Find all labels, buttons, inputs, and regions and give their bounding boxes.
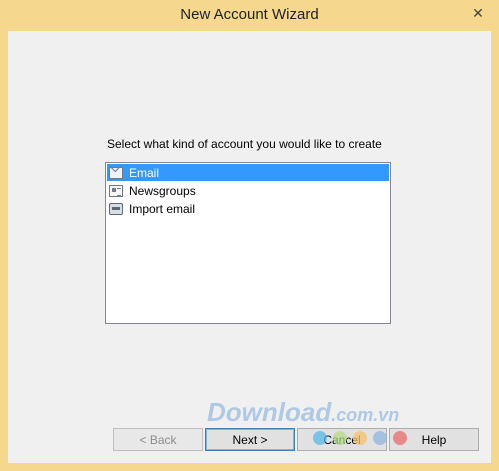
back-button[interactable]: < Back <box>113 428 203 451</box>
newsgroup-icon <box>109 184 123 197</box>
window-title: New Account Wizard <box>180 6 319 23</box>
next-button[interactable]: Next > <box>205 428 295 451</box>
cancel-button[interactable]: Cancel <box>297 428 387 451</box>
list-item-label: Email <box>129 165 160 180</box>
list-item-label: Import email <box>129 201 196 216</box>
help-button[interactable]: Help <box>389 428 479 451</box>
account-type-prompt: Select what kind of account you would li… <box>107 137 382 151</box>
close-button[interactable]: ✕ <box>465 3 491 23</box>
list-item-label: Newsgroups <box>129 183 196 198</box>
import-icon <box>109 202 123 215</box>
new-account-wizard-window: New Account Wizard ✕ Select what kind of… <box>0 0 499 471</box>
title-bar: New Account Wizard ✕ <box>0 0 499 31</box>
list-item-email[interactable]: Email <box>107 164 389 181</box>
mail-icon <box>109 166 123 179</box>
account-type-list[interactable]: Email Newsgroups Import email <box>105 162 391 324</box>
list-item-import-email[interactable]: Import email <box>107 200 389 217</box>
wizard-content: Select what kind of account you would li… <box>8 31 491 463</box>
list-item-newsgroups[interactable]: Newsgroups <box>107 182 389 199</box>
close-icon: ✕ <box>472 4 484 21</box>
